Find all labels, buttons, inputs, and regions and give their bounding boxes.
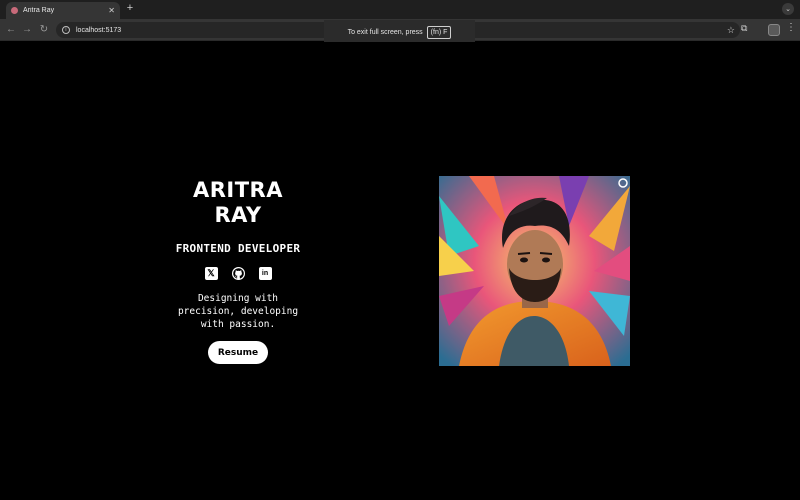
bookmark-star-icon[interactable]: ☆ <box>727 24 735 36</box>
favicon-icon <box>11 7 18 14</box>
tagline-line-3: with passion. <box>200 319 276 330</box>
reload-icon[interactable]: ↻ <box>37 23 51 37</box>
profile-portrait-image <box>439 176 630 366</box>
hero-section: ARITRA RAY FRONTEND DEVELOPER 𝕏 in Desig… <box>0 42 800 500</box>
back-icon[interactable]: ← <box>4 23 18 37</box>
x-twitter-icon[interactable]: 𝕏 <box>204 267 218 280</box>
name-line-2: RAY <box>214 203 262 227</box>
site-info-icon[interactable]: i <box>62 26 70 34</box>
linkedin-icon[interactable]: in <box>258 267 272 280</box>
role-title: FRONTEND DEVELOPER <box>175 242 301 255</box>
browser-tab-strip: Aritra Ray ✕ + ⌄ <box>0 0 800 19</box>
fullscreen-message: To exit full screen, press <box>347 29 423 36</box>
tagline: Designing with precision, developing wit… <box>158 292 318 331</box>
tab-search-icon[interactable]: ⌄ <box>782 3 794 15</box>
fullscreen-key-hint: (fn) F <box>426 26 452 39</box>
tab-title: Aritra Ray <box>23 7 55 14</box>
resume-button[interactable]: Resume <box>208 341 268 364</box>
url-text[interactable]: localhost:5173 <box>76 27 121 34</box>
intro-block: ARITRA RAY FRONTEND DEVELOPER 𝕏 in Desig… <box>158 178 318 364</box>
tagline-line-2: precision, developing <box>177 306 299 317</box>
name-heading: ARITRA RAY <box>158 178 318 228</box>
menu-kebab-icon[interactable]: ⋮ <box>786 22 796 33</box>
forward-icon[interactable]: → <box>20 23 34 37</box>
browser-tab[interactable]: Aritra Ray ✕ <box>6 2 120 19</box>
social-links: 𝕏 in <box>158 267 318 280</box>
name-line-1: ARITRA <box>193 178 283 202</box>
tagline-line-1: Designing with <box>197 293 279 304</box>
github-icon[interactable] <box>231 267 245 280</box>
new-tab-icon[interactable]: + <box>124 3 136 14</box>
profile-avatar-icon[interactable] <box>768 24 780 36</box>
extensions-icon[interactable]: ⧉ <box>741 23 747 34</box>
close-icon[interactable]: ✕ <box>108 6 115 15</box>
